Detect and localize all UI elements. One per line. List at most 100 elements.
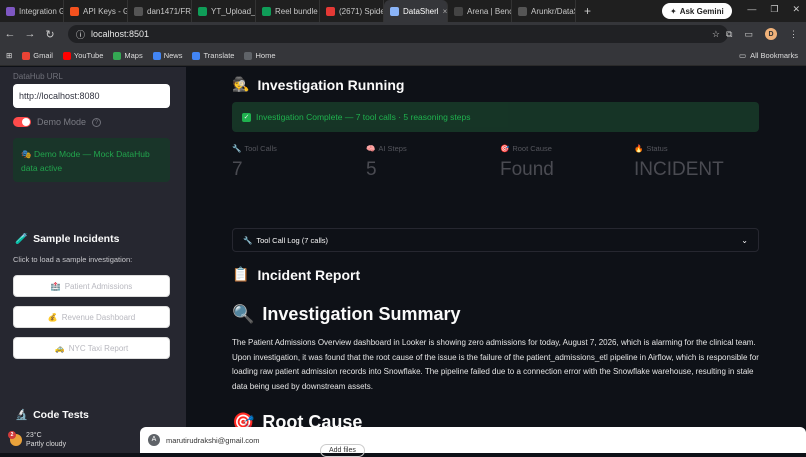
browser-tab[interactable]: API Keys - Gro×: [64, 0, 128, 22]
investigation-running-heading: 🕵 Investigation Running: [232, 77, 405, 93]
datahub-url-label: DataHub URL: [13, 72, 63, 81]
bookmark-label: YouTube: [73, 51, 104, 60]
tab-favicon-icon: [70, 6, 79, 16]
tab-label: YT_Upload_Co: [211, 6, 256, 16]
brain-icon: 🧠: [366, 144, 376, 153]
menu-icon[interactable]: ⋮: [789, 29, 798, 40]
investigation-summary-heading: 🔍 Investigation Summary: [232, 304, 461, 325]
bookmark-item[interactable]: Home: [244, 51, 276, 60]
temperature: 23°C: [26, 432, 42, 439]
apps-grid-icon[interactable]: ⊞: [6, 51, 12, 60]
bookmark-item[interactable]: Translate: [192, 51, 234, 60]
maximize-icon[interactable]: ❐: [770, 4, 778, 15]
tab-label: API Keys - Gro: [83, 6, 127, 16]
add-files-button[interactable]: Add files: [320, 444, 365, 457]
address-bar[interactable]: ⓘ localhost:8501 ☆: [68, 25, 728, 43]
bookmark-item[interactable]: Gmail: [22, 51, 53, 60]
money-bag-icon: 💰: [47, 312, 58, 322]
extensions-icon[interactable]: ⧉: [726, 29, 732, 40]
metric-card: 🧠 AI Steps 5: [366, 144, 496, 181]
fire-icon: 🔥: [634, 144, 644, 153]
all-bookmarks-label: All Bookmarks: [750, 51, 798, 60]
tab-favicon-icon: [134, 6, 143, 16]
demo-info-text: Demo Mode — Mock DataHub data active: [21, 149, 150, 173]
metric-value: 7: [232, 159, 243, 180]
sample-incidents-subtitle: Click to load a sample investigation:: [13, 255, 133, 264]
browser-tab[interactable]: Arena | Bench×: [448, 0, 512, 22]
bookmark-favicon-icon: [22, 51, 31, 60]
bookmark-favicon-icon: [244, 51, 253, 60]
theater-icon: 🎭: [21, 150, 32, 160]
url-text: localhost:8501: [91, 29, 150, 39]
tab-label: dan1471/FREE: [147, 6, 192, 16]
account-avatar[interactable]: A: [148, 434, 160, 446]
new-tab-button[interactable]: +: [576, 4, 599, 18]
code-tests-heading: 🔬 Code Tests: [15, 408, 89, 422]
metric-label: Tool Calls: [244, 144, 277, 153]
bookmark-item[interactable]: YouTube: [62, 51, 104, 60]
test-tube-icon: 🧪: [15, 233, 29, 245]
clipboard-icon: 📋: [232, 267, 250, 283]
main-content: 🕵 Investigation Running ✓ Investigation …: [186, 67, 806, 453]
close-icon[interactable]: ✕: [792, 4, 800, 15]
sample-revenue-dashboard-button[interactable]: 💰 Revenue Dashboard: [13, 306, 170, 328]
tab-favicon-icon: [326, 6, 335, 16]
tab-favicon-icon: [390, 6, 399, 16]
demo-info-box: 🎭 Demo Mode — Mock DataHub data active: [13, 138, 170, 182]
sidepanel-icon[interactable]: ▭: [744, 29, 753, 40]
wrench-icon: 🔧: [243, 235, 253, 245]
bookmark-item[interactable]: Maps: [113, 51, 143, 60]
metric-card: 🎯 Root Cause Found: [500, 144, 630, 181]
weather-widget[interactable]: 2 23°C Partly cloudy: [8, 431, 66, 449]
browser-toolbar: ← → ↻ ⓘ localhost:8501 ☆ ⧉ ▭ D ⋮: [0, 22, 806, 46]
browser-tab[interactable]: Arunkr/DataSh×: [512, 0, 576, 22]
tab-close-icon[interactable]: ×: [443, 7, 447, 16]
profile-avatar[interactable]: D: [765, 28, 777, 40]
minimize-icon[interactable]: —: [747, 4, 756, 15]
back-icon[interactable]: ←: [0, 28, 20, 40]
browser-tab[interactable]: Reel bundle -×: [256, 0, 320, 22]
bookmark-star-icon[interactable]: ☆: [712, 29, 720, 40]
microscope-icon: 🔬: [15, 409, 29, 421]
wrench-icon: 🔧: [232, 144, 242, 153]
gemini-icon: ✦: [670, 6, 677, 16]
ask-gemini-button[interactable]: ✦ Ask Gemini: [662, 3, 732, 19]
bookmark-favicon-icon: [152, 51, 161, 60]
sample-nyc-taxi-button[interactable]: 🚕 NYC Taxi Report: [13, 337, 170, 359]
metric-value: Found: [500, 159, 554, 180]
bookmark-label: News: [163, 51, 183, 60]
incident-report-heading: 📋 Incident Report: [232, 267, 361, 283]
forward-icon[interactable]: →: [20, 28, 40, 40]
demo-mode-toggle-row[interactable]: Demo Mode ?: [13, 117, 102, 127]
browser-tab[interactable]: dan1471/FREE×: [128, 0, 192, 22]
site-info-icon[interactable]: ⓘ: [76, 28, 85, 41]
metric-card: 🔥 Status INCIDENT: [634, 144, 764, 181]
bookmark-label: Home: [255, 51, 276, 60]
bookmark-item[interactable]: News: [152, 51, 183, 60]
gmail-compose-popup: A marutirudrakshi@gmail.com Add files: [140, 427, 806, 457]
demo-mode-toggle[interactable]: [13, 117, 31, 127]
metric-value: 5: [366, 159, 377, 180]
tab-label: Arena | Bench: [467, 6, 511, 16]
tool-call-log-expander[interactable]: 🔧 Tool Call Log (7 calls) ⌄: [232, 228, 759, 252]
browser-tab[interactable]: DataSherl ×: [384, 0, 448, 22]
browser-tab[interactable]: (2671) Spider-×: [320, 0, 384, 22]
browser-tab[interactable]: YT_Upload_Co×: [192, 0, 256, 22]
sample-patient-admissions-button[interactable]: 🏥 Patient Admissions: [13, 275, 170, 297]
target-icon: 🎯: [500, 144, 510, 153]
hospital-icon: 🏥: [50, 281, 61, 291]
metric-label: Status: [646, 144, 668, 153]
all-bookmarks-button[interactable]: ▭ All Bookmarks: [739, 51, 798, 60]
summary-paragraph: The Patient Admissions Overview dashboar…: [232, 338, 759, 391]
datahub-url-input[interactable]: http://localhost:8080: [13, 84, 170, 108]
bookmark-label: Gmail: [33, 51, 53, 60]
tab-label: Arunkr/DataSh: [531, 6, 575, 16]
browser-tab[interactable]: Integration Gu×: [0, 0, 64, 22]
metric-label-row: 🔧 Tool Calls: [232, 144, 362, 153]
reload-icon[interactable]: ↻: [40, 28, 60, 41]
bookmark-label: Maps: [124, 51, 143, 60]
help-icon[interactable]: ?: [92, 117, 102, 127]
window-controls: — ❐ ✕: [747, 4, 800, 15]
tab-favicon-icon: [454, 6, 463, 16]
tab-favicon-icon: [518, 6, 527, 16]
